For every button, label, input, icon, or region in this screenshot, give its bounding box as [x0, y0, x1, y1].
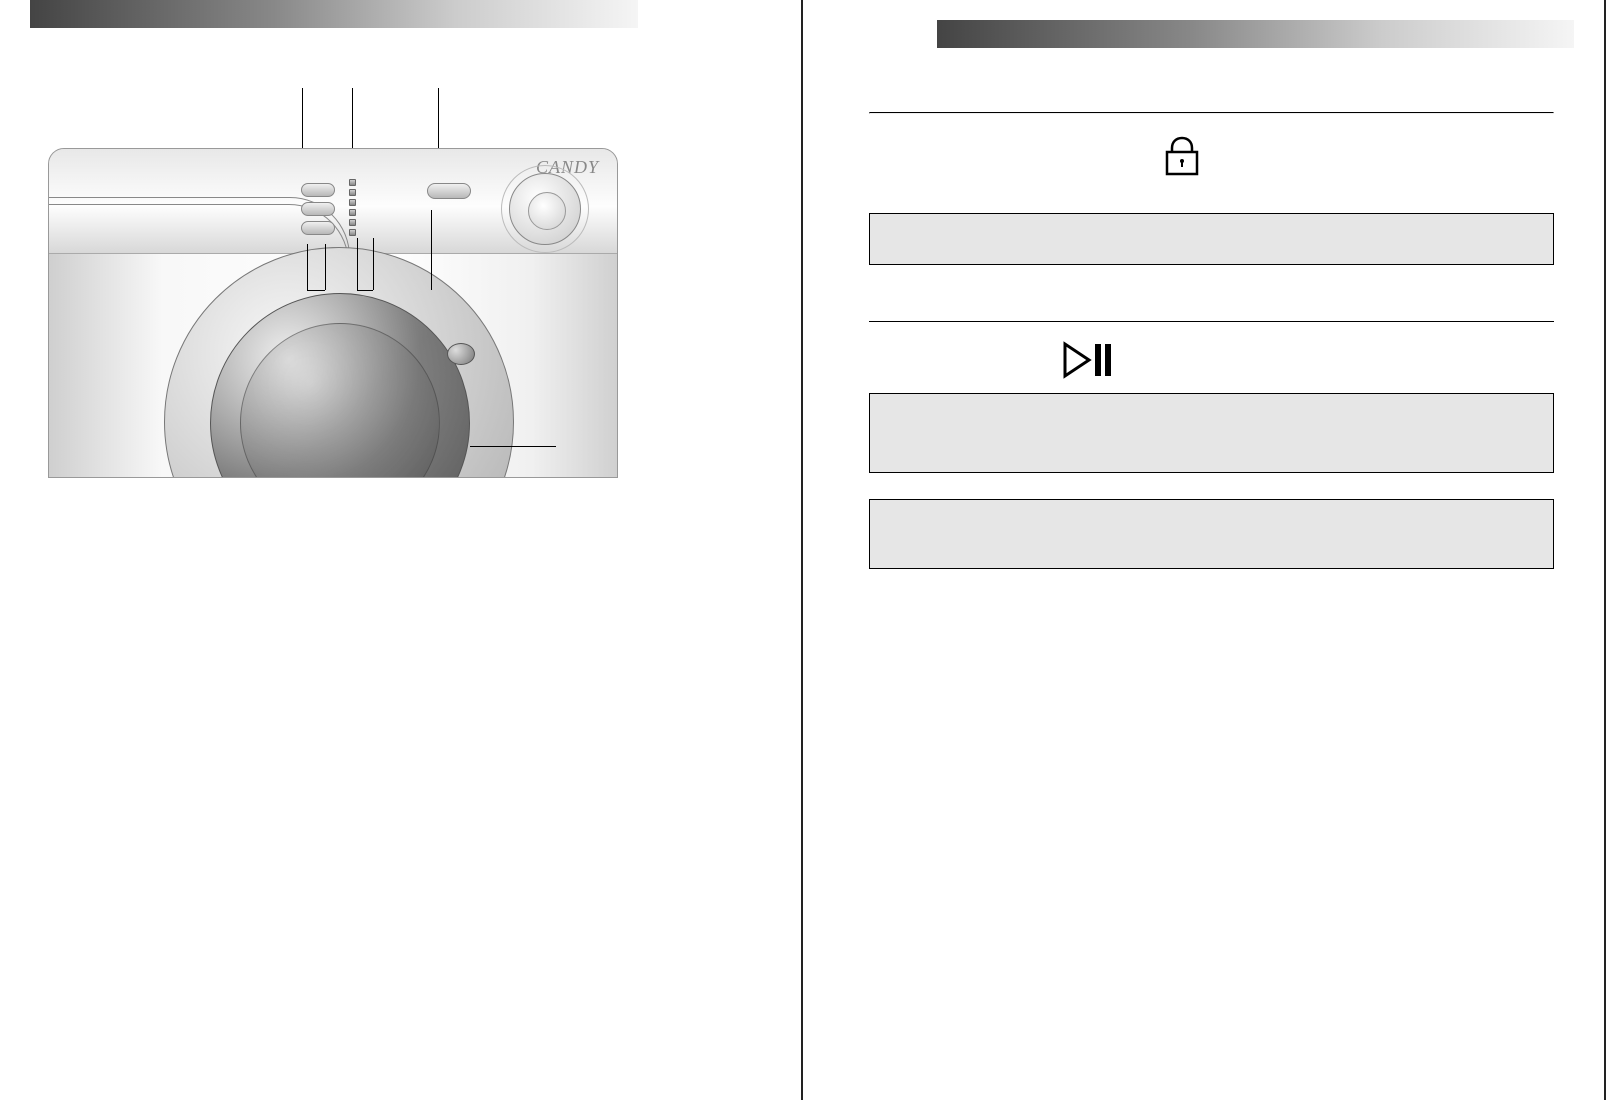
- option-button: [301, 221, 335, 235]
- callout-line: [470, 446, 556, 447]
- indicator-stack: [349, 179, 356, 236]
- indicator-led: [349, 219, 356, 226]
- manual-right-page: [803, 0, 1606, 1100]
- option-button: [301, 202, 335, 216]
- header-gradient-bar: [937, 20, 1574, 48]
- indicator-led: [349, 209, 356, 216]
- option-button: [301, 183, 335, 197]
- indicator-led: [349, 199, 356, 206]
- section-divider: [869, 321, 1554, 322]
- lock-icon: [1157, 134, 1207, 183]
- manual-left-page: CANDY: [0, 0, 803, 1100]
- start-button: [427, 183, 471, 199]
- door-lock-section-icon: [1157, 134, 1554, 183]
- callout-line: [431, 210, 432, 290]
- callout-line: [307, 290, 325, 291]
- callout-line: [373, 238, 374, 290]
- section-divider: [869, 112, 1554, 114]
- note-box: [869, 499, 1554, 569]
- note-box: [869, 393, 1554, 473]
- appliance-illustration: CANDY: [40, 98, 620, 488]
- callout-line: [357, 238, 358, 290]
- program-dial: [509, 173, 581, 245]
- indicator-led: [349, 189, 356, 196]
- machine-body: CANDY: [48, 148, 618, 478]
- door-handle: [447, 343, 475, 365]
- callout-line: [357, 290, 373, 291]
- note-box: [869, 213, 1554, 265]
- callout-line: [307, 244, 308, 290]
- control-panel: CANDY: [49, 149, 617, 254]
- play-pause-icon: [1061, 340, 1121, 380]
- header-gradient-bar: [30, 0, 638, 28]
- indicator-led: [349, 179, 356, 186]
- indicator-led: [349, 229, 356, 236]
- start-pause-section-icon: [1061, 340, 1554, 385]
- right-page-body: [833, 48, 1574, 569]
- callout-line: [325, 244, 326, 290]
